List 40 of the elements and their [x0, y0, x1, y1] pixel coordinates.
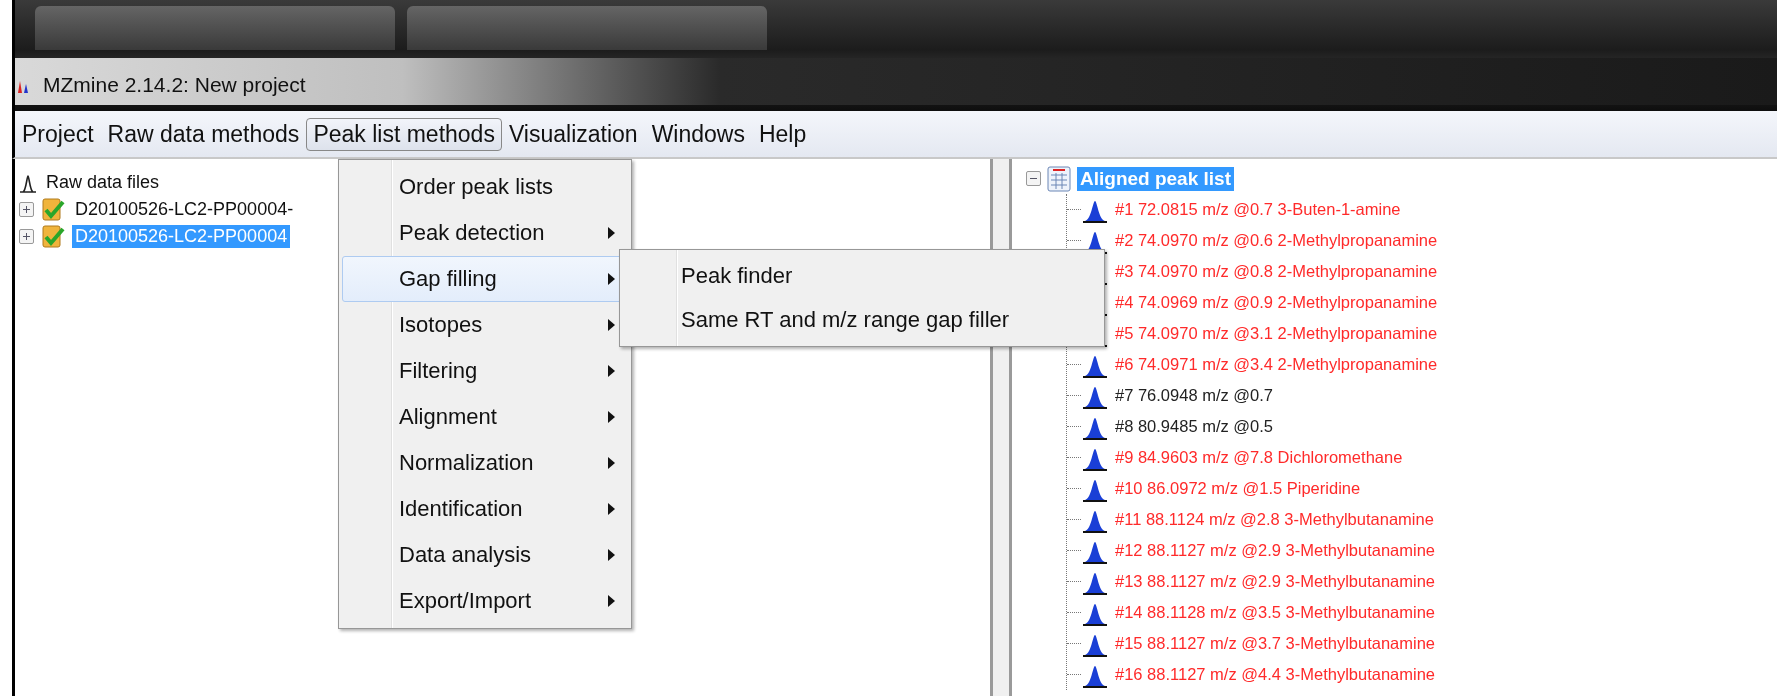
peak-list-row[interactable]: #5 74.0970 m/z @3.1 2-Methylpropanamine	[1115, 324, 1438, 343]
peak-list-row[interactable]: #14 88.1128 m/z @3.5 3-Methylbutanamine	[1115, 603, 1436, 622]
menu-item[interactable]: Windows	[644, 117, 752, 151]
peak-list-row[interactable]: #2 74.0970 m/z @0.6 2-Methylpropanamine	[1115, 231, 1438, 250]
peak-list-row[interactable]: #10 86.0972 m/z @1.5 Piperidine	[1115, 479, 1361, 498]
menu-item[interactable]: Normalization	[342, 440, 628, 486]
peak-list-row[interactable]: #3 74.0970 m/z @0.8 2-Methylpropanamine	[1115, 262, 1438, 281]
table-icon	[1047, 165, 1071, 192]
peak-list-row[interactable]: #1 72.0815 m/z @0.7 3-Buten-1-amine	[1115, 200, 1401, 219]
peak-list-row[interactable]: #8 80.9485 m/z @0.5	[1115, 417, 1273, 436]
menu-item[interactable]: Help	[751, 117, 814, 151]
menu-item[interactable]: Data analysis	[342, 532, 628, 578]
expand-icon[interactable]	[19, 202, 34, 217]
menu-item[interactable]: Project	[15, 117, 101, 151]
peak-list-row[interactable]: #9 84.9603 m/z @7.8 Dichloromethane	[1115, 448, 1403, 467]
peak-list-row[interactable]: #13 88.1127 m/z @2.9 3-Methylbutanamine	[1115, 572, 1436, 591]
peak-list-row[interactable]: #11 88.1124 m/z @2.8 3-Methylbutanamine	[1115, 510, 1434, 529]
menu-item[interactable]: Alignment	[342, 394, 628, 440]
tree-node[interactable]: Raw data files	[43, 171, 163, 194]
peak-list-row[interactable]: #6 74.0971 m/z @3.4 2-Methylpropanamine	[1115, 355, 1438, 374]
checked-file-icon	[40, 223, 66, 250]
menu-item[interactable]: Visualization	[501, 117, 645, 151]
peak-list-row[interactable]: #7 76.0948 m/z @0.7	[1115, 386, 1273, 405]
checked-file-icon	[40, 196, 66, 223]
expand-icon[interactable]	[19, 229, 34, 244]
peak-list-row[interactable]: #15 88.1127 m/z @3.7 3-Methylbutanamine	[1115, 634, 1436, 653]
peak-icon	[19, 172, 37, 193]
menu-item[interactable]: Filtering	[342, 348, 628, 394]
window-title: MZmine 2.14.2: New project	[43, 72, 306, 97]
menu-item[interactable]: Export/Import	[342, 578, 628, 624]
menu-item[interactable]: Raw data methods	[100, 117, 307, 151]
collapse-icon[interactable]	[1026, 171, 1041, 186]
menu-item[interactable]: Identification	[342, 486, 628, 532]
peak-list-row[interactable]: #12 88.1127 m/z @2.9 3-Methylbutanamine	[1115, 541, 1436, 560]
peak-list-row[interactable]: #16 88.1127 m/z @4.4 3-Methylbutanamine	[1115, 665, 1436, 684]
peak-list-row[interactable]: #4 74.0969 m/z @0.9 2-Methylpropanamine	[1115, 293, 1438, 312]
menu-item[interactable]: Order peak lists	[342, 164, 628, 210]
tree-node[interactable]: D20100526-LC2-PP00004-	[72, 198, 297, 221]
menu-item[interactable]: Peak list methods	[306, 117, 502, 151]
menu-item[interactable]: Peak detection	[342, 210, 628, 256]
